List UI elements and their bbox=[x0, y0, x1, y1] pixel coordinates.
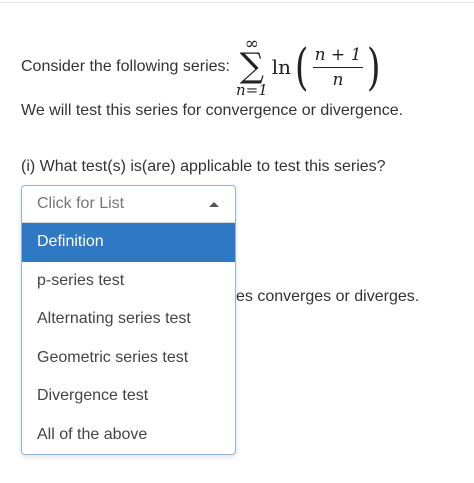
option-all-of-the-above[interactable]: All of the above bbox=[22, 416, 235, 455]
problem-intro: Consider the following series: bbox=[21, 58, 230, 75]
problem-statement: We will test this series for convergence… bbox=[21, 102, 404, 119]
option-divergence-test[interactable]: Divergence test bbox=[22, 377, 235, 416]
obscured-question-text: es converges or diverges. bbox=[236, 288, 420, 305]
fraction: n + 1 n bbox=[312, 45, 364, 90]
page: Consider the following series: ∞ ∑ n=1 l… bbox=[0, 0, 474, 483]
summation: ∞ ∑ n=1 bbox=[236, 36, 268, 98]
problem-line: Consider the following series: ∞ ∑ n=1 l… bbox=[21, 36, 384, 98]
caret-up-icon[interactable] bbox=[209, 201, 219, 207]
sigma-symbol: ∑ bbox=[239, 46, 265, 86]
fraction-denominator: n bbox=[332, 69, 344, 90]
fraction-numerator: n + 1 bbox=[312, 45, 364, 68]
test-select-dropdown[interactable]: Click for List Definition p-series test … bbox=[21, 185, 236, 455]
select-placeholder: Click for List bbox=[37, 195, 125, 212]
option-p-series-test[interactable]: p-series test bbox=[22, 262, 235, 301]
top-divider bbox=[0, 2, 474, 3]
right-paren: ) bbox=[367, 38, 381, 96]
option-definition[interactable]: Definition bbox=[22, 223, 235, 262]
question-text: (i) What test(s) is(are) applicable to t… bbox=[21, 158, 386, 175]
select-head[interactable]: Click for List bbox=[22, 186, 235, 223]
left-paren: ( bbox=[294, 38, 309, 96]
ln-function: ln bbox=[271, 55, 292, 79]
series-formula: ∞ ∑ n=1 ln ( n + 1 n ) bbox=[236, 36, 384, 98]
option-alternating-series-test[interactable]: Alternating series test bbox=[22, 300, 235, 339]
option-geometric-series-test[interactable]: Geometric series test bbox=[22, 339, 235, 378]
sum-lower-limit: n=1 bbox=[236, 81, 268, 99]
